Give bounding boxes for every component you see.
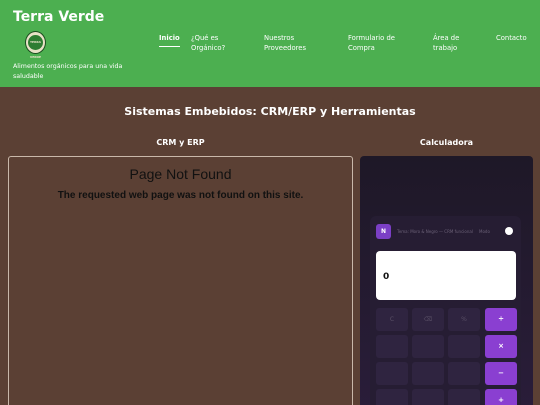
- nav-item-que-es-organico[interactable]: ¿Qué es Orgánico?: [191, 33, 246, 53]
- calc-key[interactable]: [412, 362, 444, 385]
- crm-embed-frame[interactable]: Page Not Found The requested web page wa…: [8, 156, 353, 405]
- calc-key[interactable]: [376, 389, 408, 405]
- minus-button[interactable]: −: [485, 362, 517, 385]
- calc-key[interactable]: [376, 362, 408, 385]
- brand-logo[interactable]: TERRA VERDE: [25, 31, 46, 59]
- calc-key[interactable]: [376, 335, 408, 358]
- logo-emblem: TERRA VERDE: [28, 35, 43, 59]
- calculator-title: Calculadora: [419, 138, 474, 147]
- calculator-card: N Tema: Moro & Negro — CRM funcional Mod…: [370, 216, 521, 405]
- clear-button[interactable]: C: [376, 308, 408, 331]
- brand-tagline: Alimentos orgánicos para una vida saluda…: [13, 63, 123, 80]
- calc-key[interactable]: [412, 389, 444, 405]
- nav-item-nuestros-proveedores[interactable]: Nuestros Proveedores: [264, 33, 324, 53]
- calc-key[interactable]: [448, 389, 480, 405]
- site-header: Terra Verde TERRA VERDE Alimentos orgáni…: [0, 0, 540, 87]
- backspace-button[interactable]: ⌫: [412, 308, 444, 331]
- crm-title: CRM y ERP: [156, 138, 205, 147]
- mode-toggle[interactable]: [505, 227, 513, 235]
- not-found-message: The requested web page was not found on …: [57, 190, 304, 201]
- multiply-button[interactable]: ×: [485, 335, 517, 358]
- calculator-mode-label: Modo: [479, 229, 490, 234]
- brand-name[interactable]: Terra Verde: [13, 9, 104, 25]
- nav-item-area-trabajo[interactable]: Área de trabajo: [433, 33, 478, 53]
- calc-key[interactable]: [448, 362, 480, 385]
- calculator-display: 0: [376, 251, 516, 300]
- divide-button[interactable]: ÷: [485, 308, 517, 331]
- nav-item-inicio[interactable]: Inicio: [159, 33, 180, 47]
- plus-button[interactable]: +: [485, 389, 517, 405]
- percent-button[interactable]: %: [448, 308, 480, 331]
- nav-item-contacto[interactable]: Contacto: [496, 33, 527, 43]
- calculator-theme-label: Tema: Moro & Negro — CRM funcional: [397, 229, 473, 234]
- calc-key[interactable]: [448, 335, 480, 358]
- calculator-badge: N: [376, 224, 391, 239]
- calc-key[interactable]: [412, 335, 444, 358]
- display-value: 0: [383, 272, 390, 282]
- nav-item-formulario-compra[interactable]: Formulario de Compra: [348, 33, 408, 53]
- calculator-embed-frame: N Tema: Moro & Negro — CRM funcional Mod…: [360, 156, 533, 405]
- not-found-title: Page Not Found: [129, 166, 232, 182]
- section-title: Sistemas Embebidos: CRM/ERP y Herramient…: [124, 105, 416, 118]
